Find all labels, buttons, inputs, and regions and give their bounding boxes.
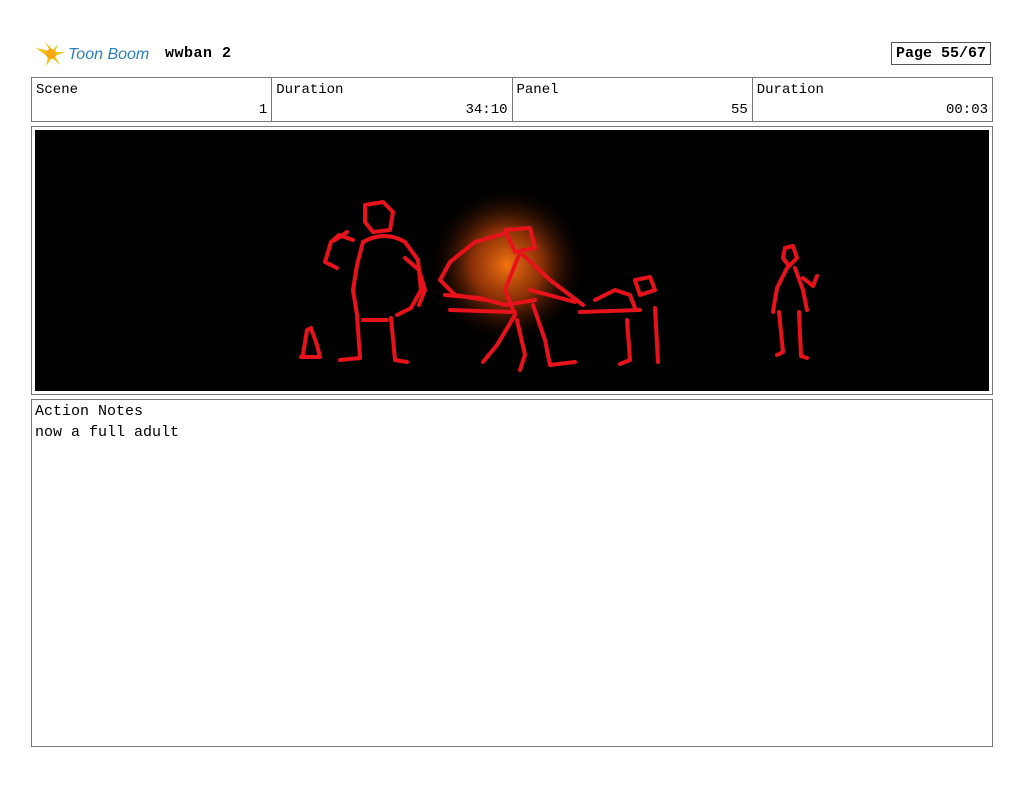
scene-value: 1 (258, 102, 268, 118)
panel-value: 55 (730, 102, 748, 118)
scene-label: Scene (36, 82, 79, 98)
toon-boom-logo: Toon Boom (34, 38, 156, 70)
panel-duration-cell: Duration 00:03 (753, 78, 992, 121)
scene-duration-cell: Duration 34:10 (272, 78, 513, 121)
panel-duration-label: Duration (756, 82, 824, 98)
action-notes-text: now a full adult (35, 424, 180, 441)
scene-duration-value: 34:10 (465, 102, 508, 118)
panel-info-bar: Scene 1 Duration 34:10 Panel 55 Duration… (31, 77, 993, 122)
scene-duration-label: Duration (276, 82, 344, 98)
panel-label: Panel (516, 82, 559, 98)
storyboard-sketch (35, 130, 989, 391)
scene-cell: Scene 1 (32, 78, 273, 121)
action-notes-label: Action Notes (35, 403, 144, 420)
logo-wordmark: Toon Boom (68, 46, 149, 63)
glow-light (427, 185, 587, 345)
distant-figure-sketch (771, 244, 819, 360)
large-figure-sketch (323, 200, 427, 364)
small-creature-sketch (299, 326, 322, 359)
logo-star-icon (36, 42, 65, 66)
page-indicator: Page 55/67 (891, 42, 991, 65)
panel-duration-value: 00:03 (945, 102, 988, 118)
action-notes-box: Action Notes now a full adult (31, 399, 993, 747)
lying-figure-sketch (578, 275, 660, 366)
project-title: wwban 2 (165, 45, 232, 62)
storyboard-panel-frame (31, 126, 993, 395)
panel-cell: Panel 55 (513, 78, 753, 121)
